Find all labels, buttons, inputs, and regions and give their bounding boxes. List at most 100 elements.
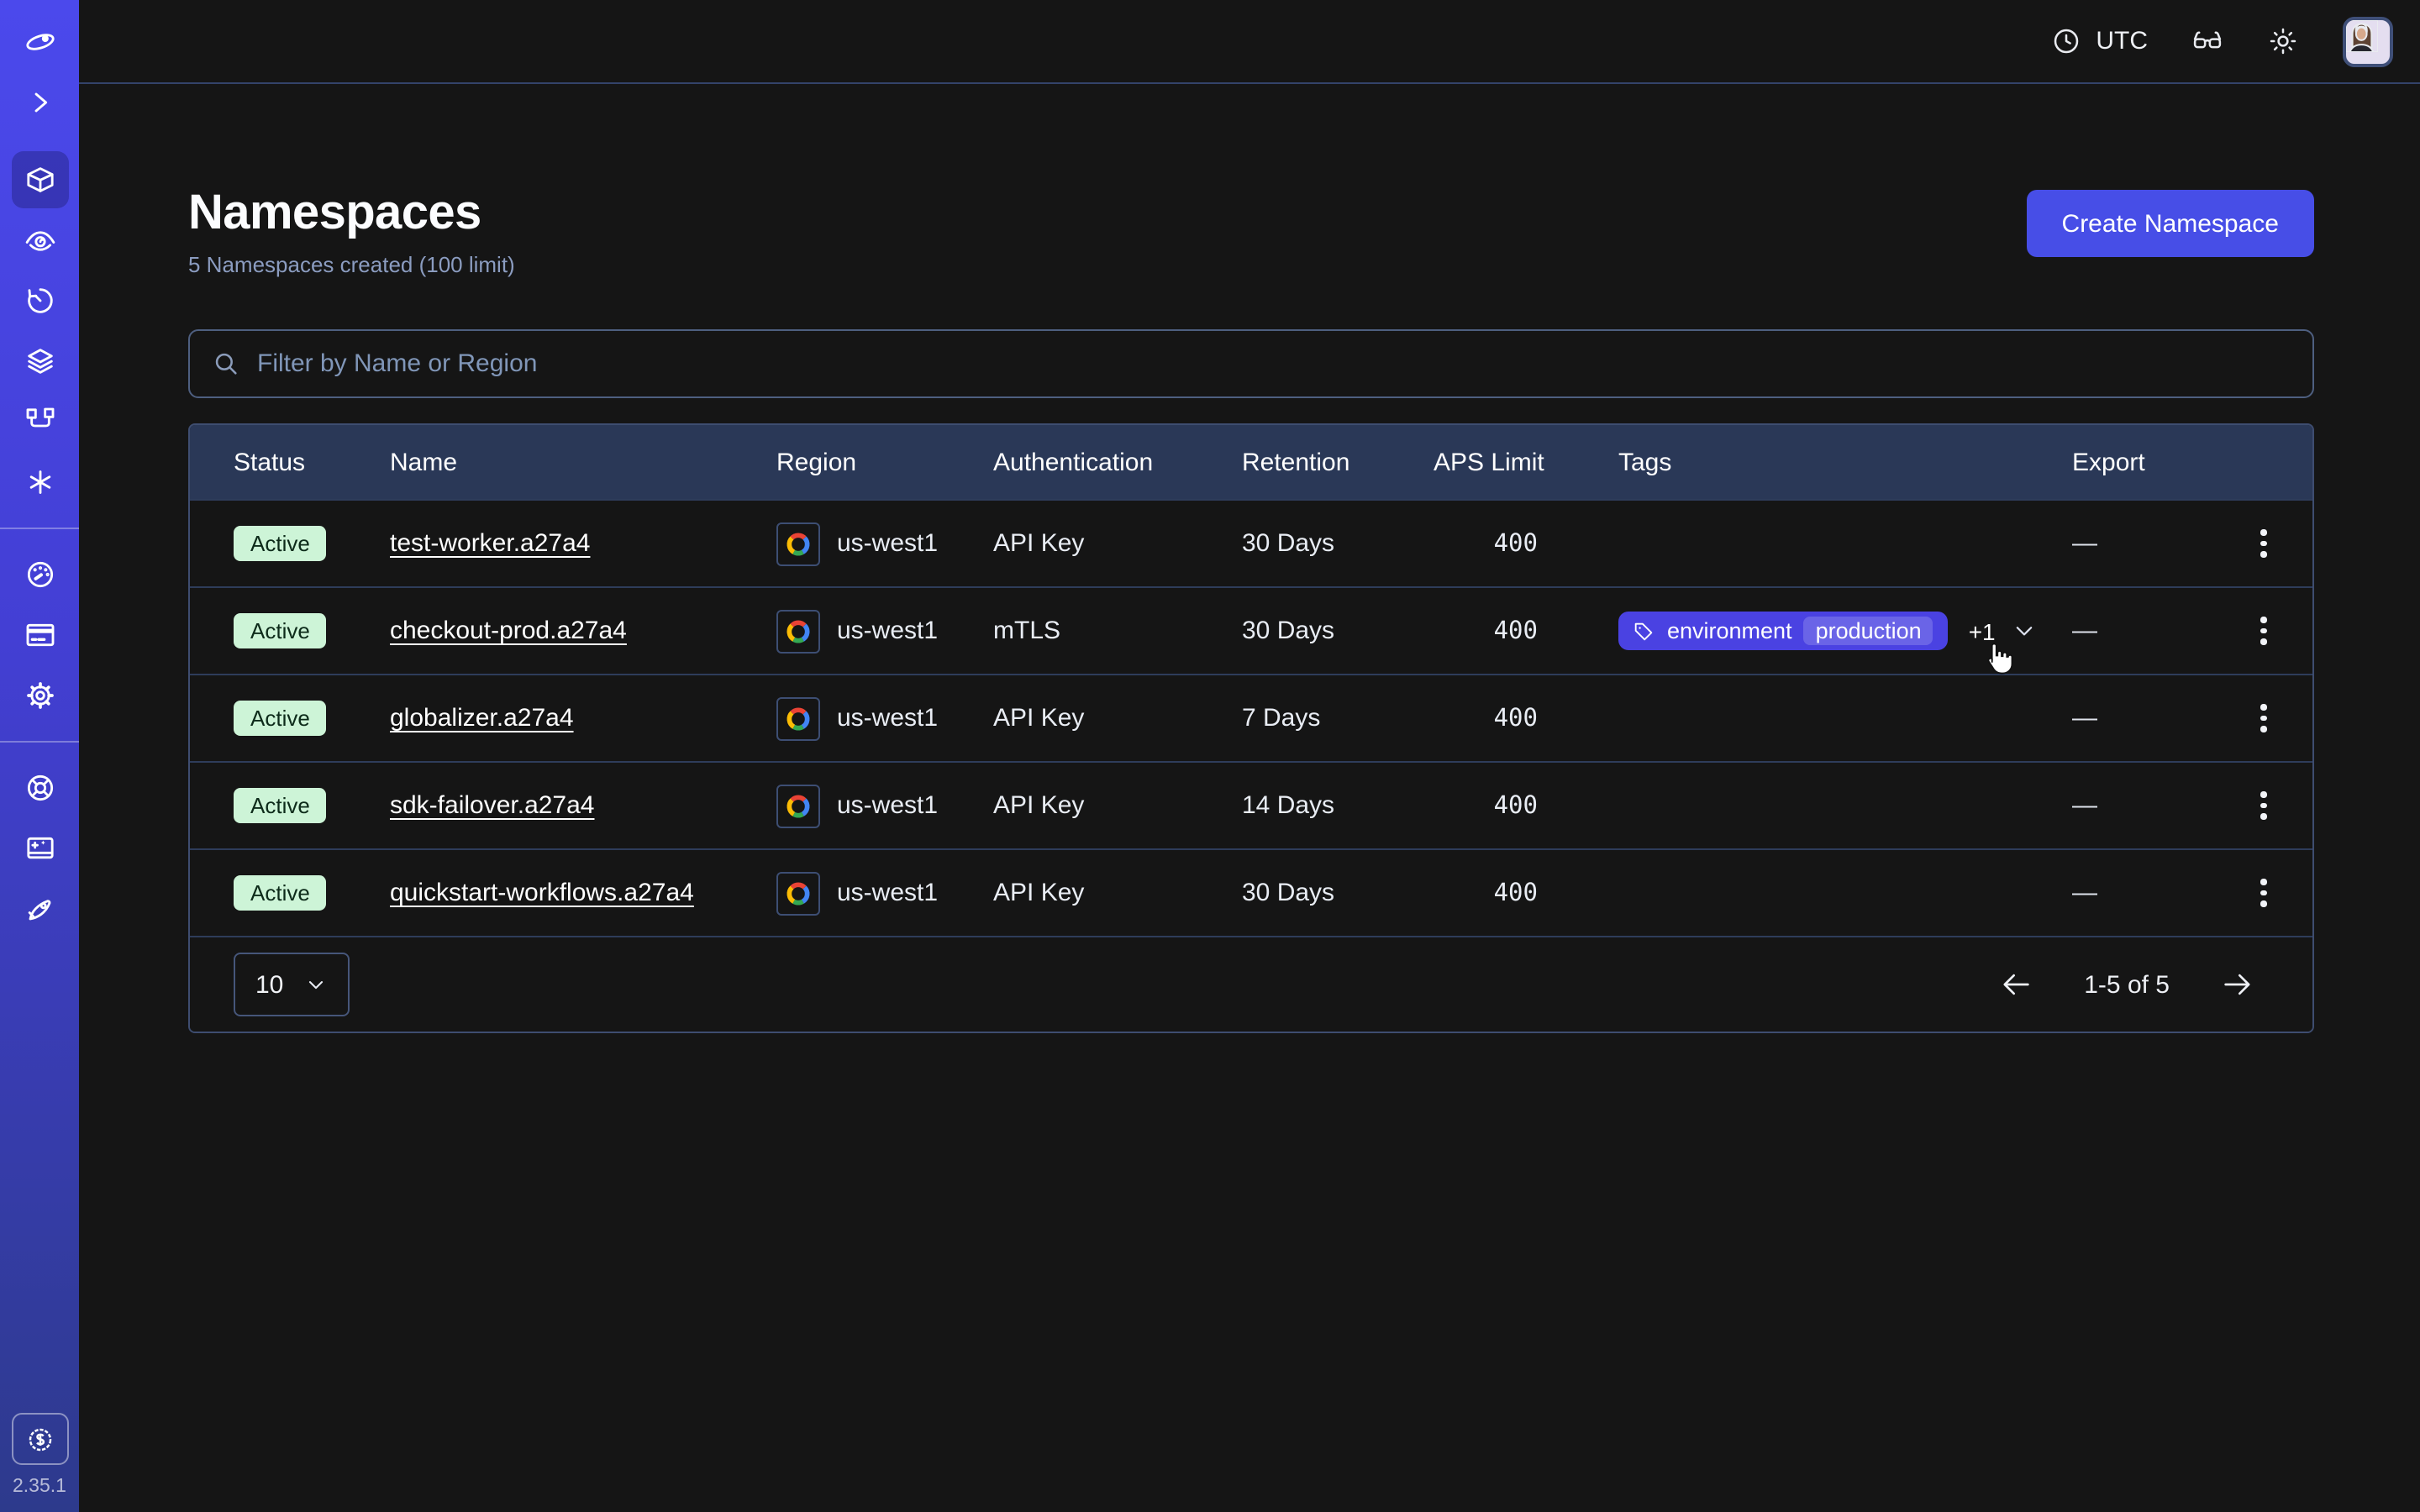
retention-value: 30 Days <box>1242 617 1434 645</box>
sidebar-item-support[interactable] <box>0 758 79 818</box>
status-badge: Active <box>234 701 327 736</box>
credit-card-icon <box>23 618 56 652</box>
namespace-link[interactable]: sdk-failover.a27a4 <box>390 791 595 820</box>
app-window: 2.35.1 UTC Namespaces <box>0 0 2420 1512</box>
auth-value: API Key <box>993 791 1242 820</box>
arrow-left-icon <box>2000 968 2033 1001</box>
sidebar-item-settings[interactable] <box>0 665 79 726</box>
sun-icon <box>2267 25 2299 57</box>
sidebar-divider <box>0 741 79 743</box>
export-value: — <box>2072 617 2215 645</box>
theme-toggle-button[interactable] <box>2267 25 2299 57</box>
sidebar-item-getting-started[interactable] <box>0 879 79 939</box>
filter-input[interactable] <box>257 349 2291 378</box>
auth-value: mTLS <box>993 617 1242 645</box>
temporal-logo-icon[interactable] <box>0 12 79 72</box>
sidebar-expand-button[interactable] <box>0 72 79 133</box>
timer-icon <box>23 284 56 318</box>
table-body: Active test-worker.a27a4 us-west1 API Ke… <box>190 499 2312 936</box>
row-menu-button[interactable] <box>2244 607 2284 655</box>
table-row: Active checkout-prod.a27a4 us-west1 mTLS… <box>190 586 2312 674</box>
branch-pipeline-icon <box>23 405 56 438</box>
region-label: us-west1 <box>837 529 938 558</box>
sidebar-item-schedules[interactable] <box>0 270 79 331</box>
status-badge: Active <box>234 613 327 648</box>
pagination-range: 1-5 of 5 <box>2084 970 2170 999</box>
credits-button[interactable] <box>11 1413 68 1465</box>
table-footer: 10 1-5 of 5 <box>190 936 2312 1032</box>
namespaces-table: Status Name Region Authentication Retent… <box>188 423 2314 1033</box>
cube-icon <box>23 163 56 197</box>
namespace-link[interactable]: checkout-prod.a27a4 <box>390 617 627 645</box>
gcp-provider-icon <box>776 871 820 915</box>
tags-cell: environment production +1 <box>1618 612 2072 650</box>
sidebar-item-usage[interactable] <box>0 544 79 605</box>
region-label: us-west1 <box>837 791 938 820</box>
row-menu-button[interactable] <box>2244 782 2284 830</box>
table-row: Active test-worker.a27a4 us-west1 API Ke… <box>190 499 2312 586</box>
export-value: — <box>2072 879 2215 907</box>
row-menu-button[interactable] <box>2244 520 2284 568</box>
col-region: Region <box>776 448 993 476</box>
tag-key: environment <box>1667 618 1792 643</box>
next-page-button[interactable] <box>2220 968 2254 1001</box>
chevron-down-icon <box>303 973 327 996</box>
tag-value: production <box>1804 617 1933 645</box>
namespace-link[interactable]: test-worker.a27a4 <box>390 529 590 558</box>
active-highlight <box>11 151 68 208</box>
sidebar-item-namespaces[interactable] <box>0 150 79 210</box>
sidebar-item-nexus[interactable] <box>0 391 79 452</box>
namespace-link[interactable]: quickstart-workflows.a27a4 <box>390 879 694 907</box>
aps-limit-value: 400 <box>1434 879 1618 906</box>
timezone-selector[interactable]: UTC <box>2050 25 2148 57</box>
glasses-icon <box>2191 25 2223 57</box>
tags-expand-button[interactable] <box>2012 618 2038 643</box>
sidebar: 2.35.1 <box>0 0 79 1512</box>
col-aps-limit: APS Limit <box>1434 448 1618 476</box>
retention-value: 30 Days <box>1242 529 1434 558</box>
status-badge: Active <box>234 788 327 823</box>
col-tags: Tags <box>1618 448 2072 476</box>
aps-limit-value: 400 <box>1434 617 1618 644</box>
region-label: us-west1 <box>837 879 938 907</box>
row-menu-button[interactable] <box>2244 869 2284 917</box>
avatar-portrait <box>2346 19 2378 51</box>
chevron-down-icon <box>2012 618 2038 643</box>
prev-page-button[interactable] <box>2000 968 2033 1001</box>
auth-value: API Key <box>993 529 1242 558</box>
sidebar-item-billing[interactable] <box>0 605 79 665</box>
page-title: Namespaces <box>188 186 515 242</box>
gcp-provider-icon <box>776 522 820 565</box>
col-name: Name <box>390 448 776 476</box>
main-content: Namespaces 5 Namespaces created (100 lim… <box>79 84 2420 1512</box>
tag-pill[interactable]: environment production <box>1618 612 1949 650</box>
row-menu-button[interactable] <box>2244 695 2284 743</box>
sidebar-item-docs[interactable] <box>0 818 79 879</box>
sidebar-item-workflows[interactable] <box>0 210 79 270</box>
col-export: Export <box>2072 448 2215 476</box>
gcp-provider-icon <box>776 609 820 653</box>
namespace-link[interactable]: globalizer.a27a4 <box>390 704 574 732</box>
dollar-badge-icon <box>23 1422 56 1456</box>
timezone-label: UTC <box>2096 27 2148 55</box>
tag-icon <box>1632 619 1655 643</box>
table-row: Active quickstart-workflows.a27a4 us-wes… <box>190 848 2312 936</box>
sidebar-divider <box>0 528 79 529</box>
sidebar-item-deployments[interactable] <box>0 331 79 391</box>
labs-toggle-button[interactable] <box>2191 25 2223 57</box>
export-value: — <box>2072 704 2215 732</box>
gcp-provider-icon <box>776 784 820 827</box>
status-badge: Active <box>234 526 327 561</box>
table-row: Active sdk-failover.a27a4 us-west1 API K… <box>190 761 2312 848</box>
topbar: UTC <box>79 0 2420 84</box>
tags-cell-content: environment production +1 <box>1618 612 2038 650</box>
page-size-select[interactable]: 10 <box>234 953 349 1016</box>
docs-sparkle-icon <box>23 832 56 865</box>
tag-more-count: +1 <box>1969 617 1996 644</box>
create-namespace-button[interactable]: Create Namespace <box>2027 190 2314 257</box>
sidebar-item-batch[interactable] <box>0 452 79 512</box>
clock-icon <box>2050 25 2082 57</box>
retention-value: 14 Days <box>1242 791 1434 820</box>
user-avatar[interactable] <box>2343 16 2393 66</box>
region-label: us-west1 <box>837 704 938 732</box>
